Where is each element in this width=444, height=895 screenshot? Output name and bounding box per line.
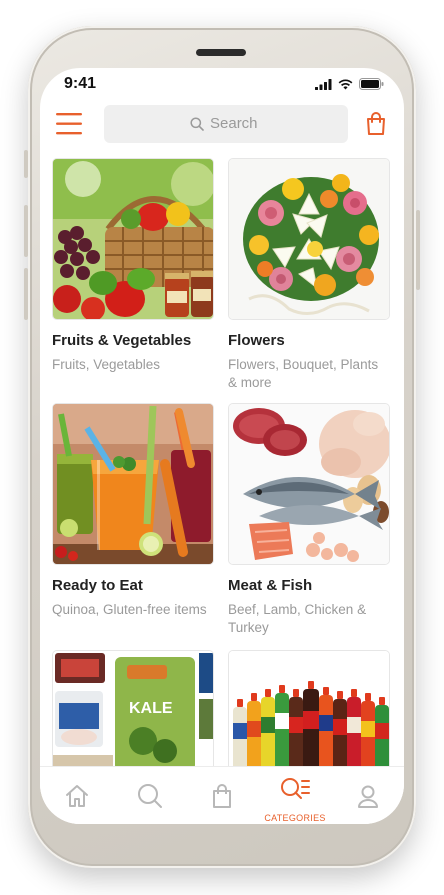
search-icon (138, 784, 162, 808)
beverages-image (228, 650, 390, 780)
ready-to-eat-image (52, 403, 214, 565)
categories-icon (281, 778, 310, 799)
tab-profile[interactable] (338, 767, 398, 824)
home-icon (66, 785, 88, 807)
status-bar: 9:41 (40, 68, 404, 98)
earpiece-speaker (196, 49, 246, 56)
shopping-bag-button[interactable] (365, 112, 389, 138)
bag-icon (213, 784, 231, 808)
tab-bag[interactable] (192, 767, 252, 824)
signal-icon (315, 78, 332, 90)
packaged-foods-image: KALE (52, 650, 214, 780)
power-button (416, 210, 420, 290)
shopping-bag-icon (367, 112, 385, 135)
category-title: Fruits & Vegetables (52, 332, 192, 349)
category-card-fruits-vegetables[interactable]: Fruits & Vegetables Fruits, Vegetables (52, 158, 214, 374)
tab-categories-label: CATEGORIES (264, 813, 326, 823)
meat-fish-image (228, 403, 390, 565)
tab-categories[interactable]: CATEGORIES (264, 767, 325, 824)
category-subtitle: Fruits, Vegetables (52, 357, 161, 372)
search-placeholder: Search (210, 115, 258, 132)
battery-icon (359, 78, 384, 90)
flowers-image (228, 158, 390, 320)
wifi-icon (338, 78, 353, 89)
category-subtitle: Flowers, Bouquet, Plants & more (228, 357, 379, 390)
menu-button[interactable] (56, 112, 84, 136)
bottom-tab-bar: CATEGORIES (40, 766, 404, 824)
app-screen: 9:41 Search Fruits & Vegetables Fruits, … (40, 68, 404, 824)
tab-search[interactable] (120, 767, 180, 824)
category-card-flowers[interactable]: Flowers Flowers, Bouquet, Plants & more (228, 158, 390, 392)
category-card-ready-to-eat[interactable]: Ready to Eat Quinoa, Gluten-free items (52, 403, 214, 619)
volume-up-button (24, 205, 28, 257)
category-card-beverages[interactable] (228, 650, 390, 780)
mute-switch (24, 150, 28, 178)
status-time: 9:41 (64, 75, 97, 92)
volume-down-button (24, 268, 28, 320)
category-card-meat-fish[interactable]: Meat & Fish Beef, Lamb, Chicken & Turkey (228, 403, 390, 637)
search-icon (190, 116, 204, 131)
category-subtitle: Beef, Lamb, Chicken & Turkey (228, 602, 367, 635)
profile-icon (358, 785, 378, 808)
search-field[interactable]: Search (104, 105, 348, 143)
kale-package-label: KALE (129, 700, 173, 717)
category-subtitle: Quinoa, Gluten-free items (52, 602, 207, 617)
category-title: Ready to Eat (52, 577, 143, 594)
hamburger-icon (56, 113, 82, 135)
fruits-vegetables-image (52, 158, 214, 320)
category-card-packaged-foods[interactable]: KALE (52, 650, 214, 780)
category-title: Flowers (228, 332, 285, 349)
tab-home[interactable] (47, 767, 107, 824)
category-title: Meat & Fish (228, 577, 313, 594)
